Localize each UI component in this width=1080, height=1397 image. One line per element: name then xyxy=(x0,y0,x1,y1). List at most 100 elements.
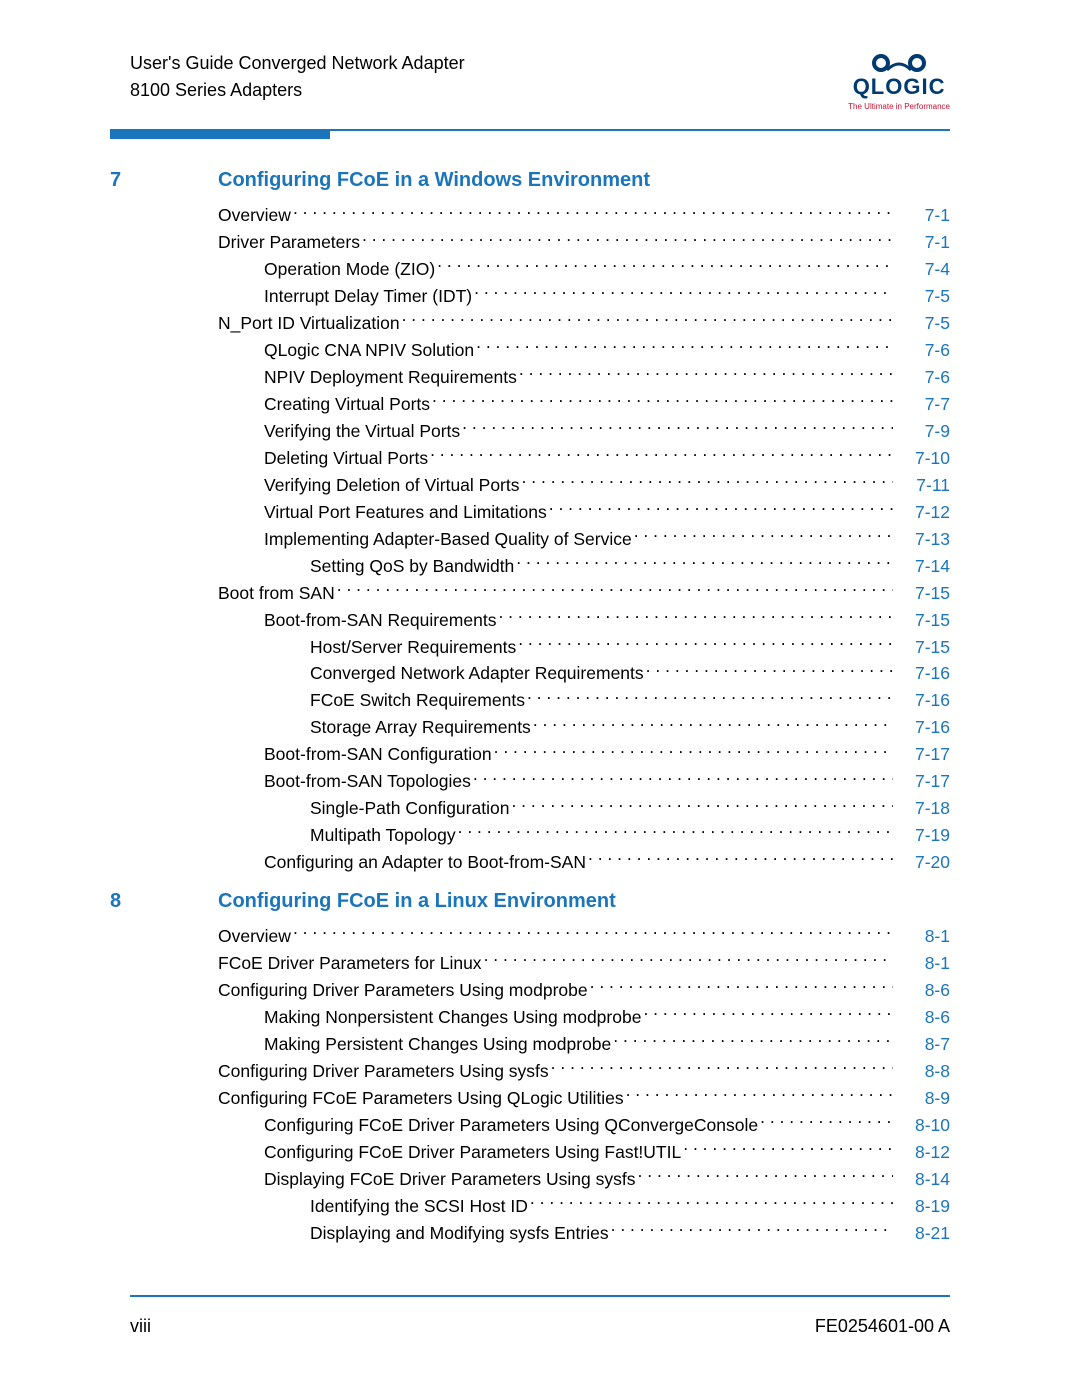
leader-dots xyxy=(362,229,893,248)
toc-entry-page[interactable]: 7-13 xyxy=(895,526,950,553)
toc-entry-label: Storage Array Requirements xyxy=(218,714,531,741)
toc-entry[interactable]: Boot-from-SAN Topologies7-17 xyxy=(218,768,950,795)
toc-entry[interactable]: Interrupt Delay Timer (IDT)7-5 xyxy=(218,283,950,310)
toc-entry-page[interactable]: 7-16 xyxy=(895,714,950,741)
toc-entry[interactable]: Displaying and Modifying sysfs Entries8-… xyxy=(218,1219,950,1246)
header-line-2: 8100 Series Adapters xyxy=(130,77,465,104)
toc-entry-page[interactable]: 7-4 xyxy=(895,256,950,283)
toc-entry[interactable]: Verifying the Virtual Ports7-9 xyxy=(218,418,950,445)
toc-entry-page[interactable]: 7-15 xyxy=(895,634,950,661)
toc-entry-page[interactable]: 7-1 xyxy=(895,202,950,229)
toc-entry[interactable]: Storage Array Requirements 7-16 xyxy=(218,714,950,741)
leader-dots xyxy=(494,741,893,760)
toc-entry-label: Identifying the SCSI Host ID xyxy=(218,1193,528,1220)
toc-entry-page[interactable]: 7-6 xyxy=(895,337,950,364)
leader-dots xyxy=(634,525,893,544)
toc-entry-page[interactable]: 7-19 xyxy=(895,822,950,849)
toc-entry-page[interactable]: 7-20 xyxy=(895,849,950,876)
toc-entry-page[interactable]: 7-17 xyxy=(895,768,950,795)
toc-entry-page[interactable]: 7-17 xyxy=(895,741,950,768)
toc-entry-page[interactable]: 7-1 xyxy=(895,229,950,256)
toc-entry[interactable]: Boot-from-SAN Configuration7-17 xyxy=(218,741,950,768)
toc-entry[interactable]: Configuring an Adapter to Boot-from-SAN7… xyxy=(218,849,950,876)
toc-entry[interactable]: Deleting Virtual Ports7-10 xyxy=(218,445,950,472)
toc-entry-page[interactable]: 7-5 xyxy=(895,310,950,337)
toc-entry-page[interactable]: 8-19 xyxy=(895,1193,950,1220)
leader-dots xyxy=(551,1058,893,1077)
toc-entry[interactable]: Multipath Topology7-19 xyxy=(218,822,950,849)
toc-entry[interactable]: Verifying Deletion of Virtual Ports7-11 xyxy=(218,472,950,499)
toc-entry[interactable]: Converged Network Adapter Requirements7-… xyxy=(218,660,950,687)
toc-entry[interactable]: Overview8-1 xyxy=(218,923,950,950)
toc-entry-page[interactable]: 8-14 xyxy=(895,1166,950,1193)
toc-entry[interactable]: Host/Server Requirements 7-15 xyxy=(218,633,950,660)
toc-entry-page[interactable]: 7-7 xyxy=(895,391,950,418)
toc-entry[interactable]: Creating Virtual Ports7-7 xyxy=(218,391,950,418)
toc-entry-label: Virtual Port Features and Limitations xyxy=(218,499,547,526)
toc-entry-page[interactable]: 7-15 xyxy=(895,580,950,607)
toc-entry-page[interactable]: 8-9 xyxy=(895,1085,950,1112)
toc-entry-page[interactable]: 8-8 xyxy=(895,1058,950,1085)
toc-entry-page[interactable]: 7-6 xyxy=(895,364,950,391)
toc-entry[interactable]: Displaying FCoE Driver Parameters Using … xyxy=(218,1165,950,1192)
toc-entry-page[interactable]: 7-12 xyxy=(895,499,950,526)
toc-entry[interactable]: Making Persistent Changes Using modprobe… xyxy=(218,1031,950,1058)
toc-entry-label: Host/Server Requirements xyxy=(218,634,516,661)
toc-entry[interactable]: N_Port ID Virtualization 7-5 xyxy=(218,310,950,337)
leader-dots xyxy=(432,391,893,410)
toc-entry[interactable]: FCoE Switch Requirements7-16 xyxy=(218,687,950,714)
toc-entry-page[interactable]: 7-10 xyxy=(895,445,950,472)
toc-entry[interactable]: Configuring FCoE Driver Parameters Using… xyxy=(218,1138,950,1165)
leader-dots xyxy=(527,687,893,706)
leader-dots xyxy=(643,1004,893,1023)
toc-entry[interactable]: Driver Parameters 7-1 xyxy=(218,229,950,256)
toc-entry[interactable]: Virtual Port Features and Limitations 7-1… xyxy=(218,498,950,525)
toc-entry-page[interactable]: 8-6 xyxy=(895,977,950,1004)
toc-entry-page[interactable]: 8-12 xyxy=(895,1139,950,1166)
toc-entry[interactable]: Configuring Driver Parameters Using sysf… xyxy=(218,1058,950,1085)
toc-entry-page[interactable]: 8-10 xyxy=(895,1112,950,1139)
toc-entry-label: Boot from SAN xyxy=(218,580,335,607)
toc-entry[interactable]: Identifying the SCSI Host ID 8-19 xyxy=(218,1192,950,1219)
footer-rule xyxy=(130,1295,950,1297)
chapter-title[interactable]: Configuring FCoE in a Linux Environment xyxy=(218,890,616,913)
toc-entry[interactable]: Configuring Driver Parameters Using modp… xyxy=(218,977,950,1004)
toc-entry[interactable]: Configuring FCoE Driver Parameters Using… xyxy=(218,1112,950,1139)
toc-entry[interactable]: Boot from SAN 7-15 xyxy=(218,579,950,606)
leader-dots xyxy=(683,1138,893,1157)
toc-entry-page[interactable]: 7-14 xyxy=(895,553,950,580)
toc-entry-label: Boot-from-SAN Requirements xyxy=(218,607,496,634)
toc-entry-label: Driver Parameters xyxy=(218,229,360,256)
page-footer: viii FE0254601-00 A xyxy=(130,1316,950,1337)
toc-entry[interactable]: Configuring FCoE Parameters Using QLogic… xyxy=(218,1085,950,1112)
leader-dots xyxy=(473,768,893,787)
toc-entry[interactable]: FCoE Driver Parameters for Linux8-1 xyxy=(218,950,950,977)
toc-entry-page[interactable]: 7-16 xyxy=(895,687,950,714)
toc-entry-label: N_Port ID Virtualization xyxy=(218,310,400,337)
toc-entry-page[interactable]: 8-21 xyxy=(895,1220,950,1247)
toc-entry-page[interactable]: 8-1 xyxy=(895,950,950,977)
toc-entry[interactable]: Operation Mode (ZIO)7-4 xyxy=(218,256,950,283)
toc-entry-page[interactable]: 7-9 xyxy=(895,418,950,445)
toc-entry[interactable]: Setting QoS by Bandwidth7-14 xyxy=(218,552,950,579)
leader-dots xyxy=(626,1085,893,1104)
toc-entry-page[interactable]: 7-15 xyxy=(895,607,950,634)
toc-entry[interactable]: Single-Path Configuration7-18 xyxy=(218,795,950,822)
toc-entry-page[interactable]: 7-11 xyxy=(895,472,950,499)
toc-entry-page[interactable]: 8-1 xyxy=(895,923,950,950)
toc-entry-page[interactable]: 8-7 xyxy=(895,1031,950,1058)
toc-entry-page[interactable]: 7-5 xyxy=(895,283,950,310)
toc-entry[interactable]: Implementing Adapter-Based Quality of Se… xyxy=(218,525,950,552)
toc-entry[interactable]: NPIV Deployment Requirements7-6 xyxy=(218,364,950,391)
toc-entry-page[interactable]: 7-16 xyxy=(895,660,950,687)
toc-entry-label: Configuring FCoE Driver Parameters Using… xyxy=(218,1139,681,1166)
toc-entry[interactable]: Boot-from-SAN Requirements 7-15 xyxy=(218,606,950,633)
toc-entry-page[interactable]: 7-18 xyxy=(895,795,950,822)
toc-entry[interactable]: Overview7-1 xyxy=(218,202,950,229)
toc-entry[interactable]: Making Nonpersistent Changes Using modpr… xyxy=(218,1004,950,1031)
chapter-title[interactable]: Configuring FCoE in a Windows Environmen… xyxy=(218,169,650,192)
toc-entry-page[interactable]: 8-6 xyxy=(895,1004,950,1031)
leader-dots xyxy=(518,633,893,652)
page-header: User's Guide Converged Network Adapter 8… xyxy=(0,0,1080,111)
toc-entry[interactable]: QLogic CNA NPIV Solution7-6 xyxy=(218,337,950,364)
